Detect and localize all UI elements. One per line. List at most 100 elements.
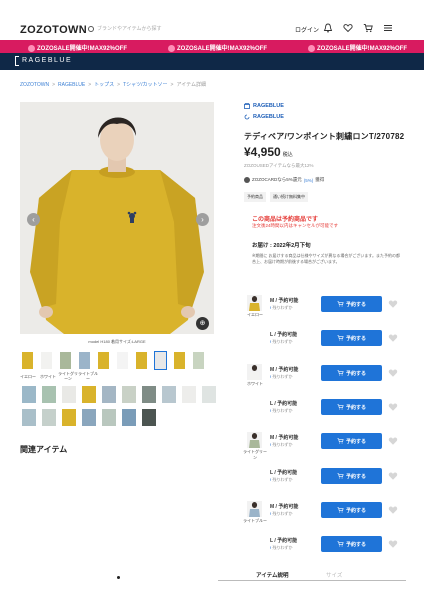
variant-image[interactable] [247,432,262,448]
favorite-heart-icon[interactable] [388,299,398,309]
shop-name[interactable]: RAGEBLUE [22,57,72,64]
thumbnail[interactable] [142,386,156,403]
product-main-image[interactable] [20,102,214,334]
bell-icon[interactable] [323,23,333,33]
reserve-button[interactable]: 予約する [321,468,382,484]
favorite-heart-icon[interactable] [388,333,398,343]
thumbnail[interactable] [82,409,96,426]
thumbnail[interactable] [22,386,36,403]
thumbnail[interactable] [174,352,185,369]
thumbnail[interactable] [136,352,147,369]
zozotown-logo[interactable]: ZOZOTOWN [20,24,87,36]
variant-size: M / 予約可能 [270,298,299,304]
thumbnail[interactable] [117,352,128,369]
breadcrumb-item[interactable]: トップス [94,82,114,88]
tab-divider [218,580,406,581]
brand-link[interactable]: RAGEBLUE [244,103,284,109]
cart-icon [337,541,344,547]
thumbnail-label: イエロー [20,373,36,379]
zozocard-icon [244,177,250,183]
points-info[interactable]: ZOZOUSEDアイテムなら最大12% [244,163,314,169]
sale-banner-item[interactable]: ZOZOSALE開催中!MAX92%OFF [28,43,127,52]
thumbnail[interactable] [62,386,76,403]
thumbnail[interactable] [102,409,116,426]
zoom-icon[interactable]: ⊕ [196,317,209,330]
thumbnail[interactable] [202,386,216,403]
reserve-button[interactable]: 予約する [321,433,382,449]
search-input[interactable]: ブランドやアイテムから探す [88,25,162,32]
thumbnail[interactable] [193,352,204,369]
reserve-button[interactable]: 予約する [321,502,382,518]
flower-icon [28,44,35,52]
login-link[interactable]: ログイン [295,25,319,34]
favorite-heart-icon[interactable] [388,402,398,412]
reserve-button[interactable]: 予約する [321,330,382,346]
next-image-button[interactable]: › [196,213,209,226]
product-price: ¥4,950 税込 [244,145,293,159]
favorite-heart-icon[interactable] [388,539,398,549]
variant-stock: ! 残りわずか [270,442,293,447]
thumbnail[interactable] [98,352,109,369]
variant-size: L / 予約可能 [270,401,298,407]
thumbnail[interactable] [22,409,36,426]
product-tags: 予約商品 通い続け無料集中 [244,192,308,202]
sale-banner-item[interactable]: ZOZOSALE開催中!MAX92%OFF [308,43,407,52]
breadcrumb-item[interactable]: RAGEBLUE [58,82,85,88]
prev-image-button[interactable]: ‹ [27,213,40,226]
variant-image[interactable] [247,364,262,380]
flower-icon [168,44,175,52]
thumbnail[interactable] [122,386,136,403]
delivery-note: ※期間に お届けする商品は仕様やサイズが異なる場合がございます。また予約の都合上… [252,253,400,264]
sale-banner[interactable]: ZOZOSALE開催中!MAX92%OFF ZOZOSALE開催中!MAX92%… [0,40,424,53]
thumbnail[interactable] [22,352,33,369]
refresh-icon [244,114,250,120]
variant-image[interactable] [247,501,262,517]
tab-size[interactable]: サイズ [326,571,342,579]
breadcrumb-item[interactable]: Tシャツ/カットソー [123,82,167,88]
favorite-heart-icon[interactable] [388,471,398,481]
thumbnail[interactable] [41,352,52,369]
sale-banner-item[interactable]: ZOZOSALE開催中!MAX92%OFF [168,43,267,52]
thumbnail[interactable] [122,409,136,426]
thumbnail[interactable] [142,409,156,426]
card-info[interactable]: ZOZOCARDなら5%還元 (5%) 獲得 [244,177,324,183]
reserve-button[interactable]: 予約する [321,399,382,415]
cursor-dot [117,576,120,579]
thumbnail[interactable] [182,386,196,403]
thumbnail[interactable] [62,409,76,426]
variant-size: L / 予約可能 [270,470,298,476]
image-caption: model H180 着用サイズ:LARGE [88,339,146,344]
tag: 予約商品 [244,192,266,202]
variant-color: ホワイト [247,381,263,386]
thumbnail[interactable] [79,352,90,369]
thumbnail[interactable] [42,409,56,426]
thumbnail-selected[interactable] [154,351,167,370]
breadcrumb-current: アイテム詳細 [176,82,206,88]
tab-item-description[interactable]: アイテム説明 [256,571,288,579]
reserve-button[interactable]: 予約する [321,365,382,381]
heart-icon[interactable] [343,23,353,33]
breadcrumb-item[interactable]: ZOZOTOWN [20,82,49,88]
reserve-button[interactable]: 予約する [321,536,382,552]
thumbnail[interactable] [82,386,96,403]
variant-image[interactable] [247,295,262,311]
variant-color: ライトグリーン [243,449,267,460]
menu-icon[interactable] [383,23,393,33]
cart-icon[interactable] [363,23,373,33]
thumbnail[interactable] [42,386,56,403]
favorite-heart-icon[interactable] [388,505,398,515]
favorite-heart-icon[interactable] [388,368,398,378]
search-placeholder: ブランドやアイテムから探す [97,26,162,32]
related-items-heading: 関連アイテム [20,445,68,454]
shop-icon [244,103,250,109]
thumbnail[interactable] [102,386,116,403]
reserve-button[interactable]: 予約する [321,296,382,312]
favorite-heart-icon[interactable] [388,436,398,446]
variant-stock: ! 残りわずか [270,374,293,379]
thumbnail[interactable] [60,352,71,369]
thumbnail[interactable] [162,386,176,403]
variant-size: M / 予約可能 [270,504,299,510]
brand-favorite-link[interactable]: RAGEBLUE [244,114,284,120]
variant-stock: ! 残りわずか [270,545,293,550]
search-icon [88,25,94,32]
